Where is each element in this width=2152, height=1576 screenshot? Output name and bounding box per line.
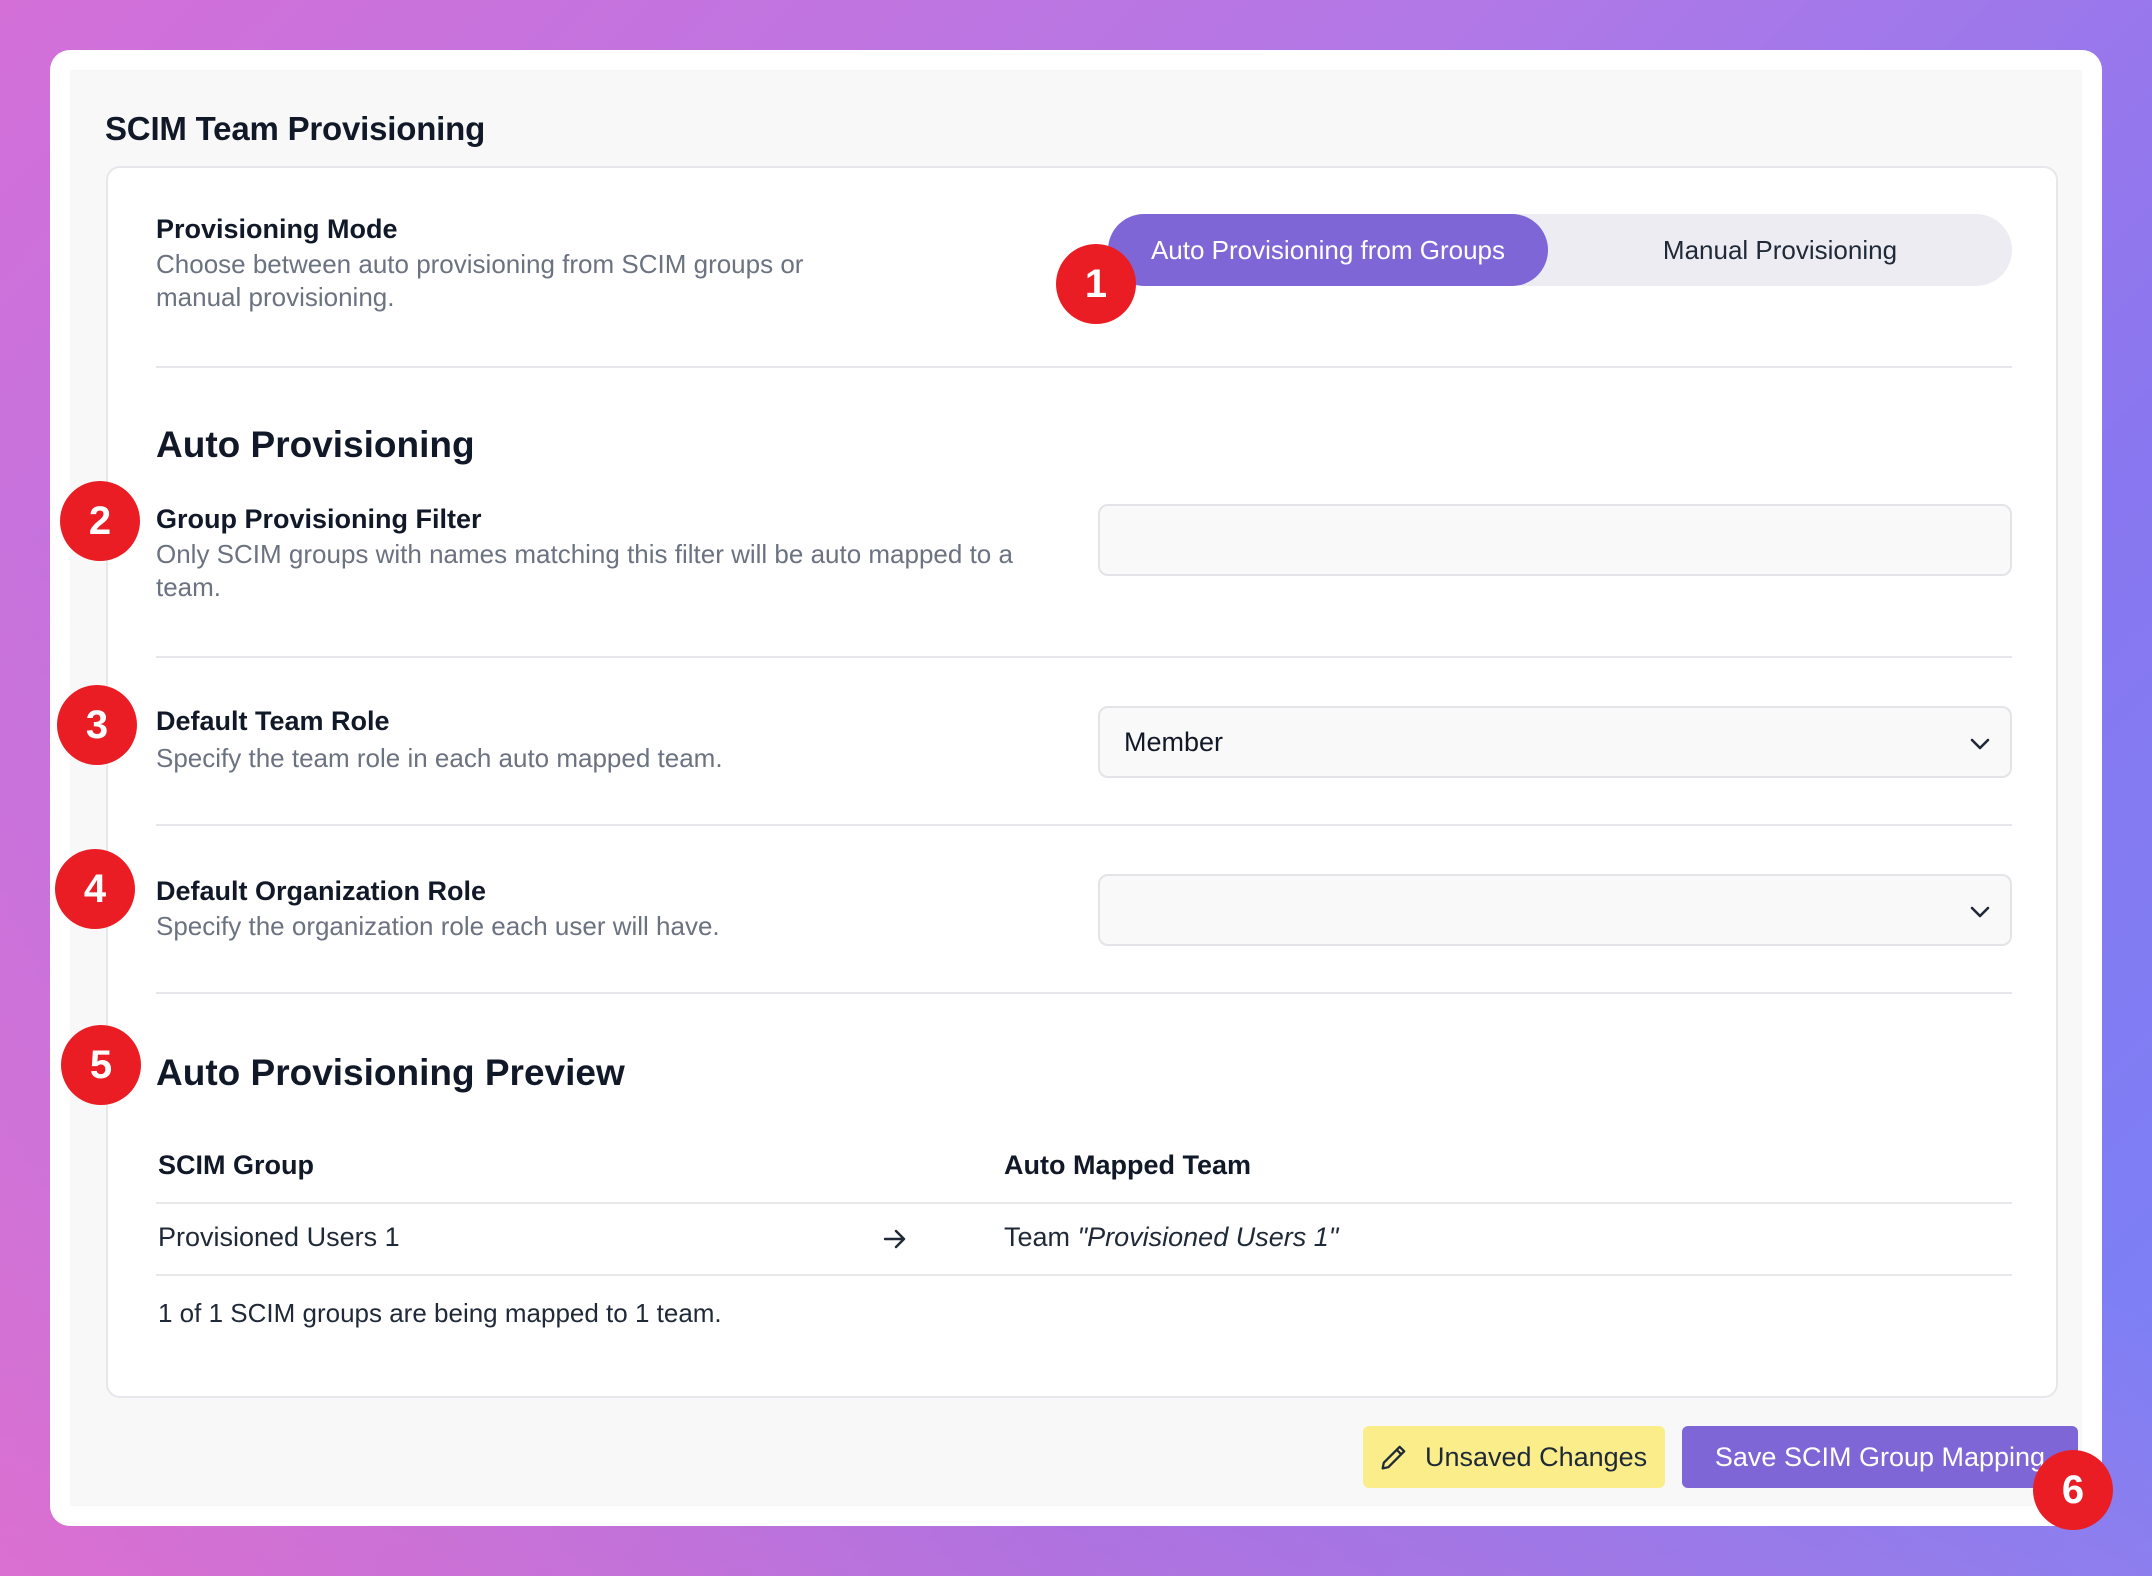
auto-provisioning-option[interactable]: Auto Provisioning from Groups — [1108, 214, 1548, 286]
unsaved-changes-label: Unsaved Changes — [1425, 1441, 1648, 1472]
save-scim-group-mapping-button[interactable]: Save SCIM Group Mapping — [1682, 1426, 2078, 1488]
group-filter-description: Only SCIM groups with names matching thi… — [156, 539, 1013, 602]
provisioning-card: Provisioning Mode Choose between auto pr… — [106, 166, 2058, 1398]
manual-provisioning-option[interactable]: Manual Provisioning — [1548, 214, 2012, 286]
default-team-role-value: Member — [1124, 726, 1224, 757]
group-filter-label: Group Provisioning Filter — [156, 504, 482, 534]
page-title: SCIM Team Provisioning — [105, 110, 486, 147]
annotation-badge-3: 3 — [57, 685, 137, 765]
preview-heading: Auto Provisioning Preview — [156, 1052, 625, 1093]
column-header-scim-group: SCIM Group — [158, 1150, 314, 1180]
mapped-team-cell: Team "Provisioned Users 1" — [1004, 1222, 1338, 1253]
provisioning-mode-toggle[interactable]: Auto Provisioning from Groups Manual Pro… — [1108, 214, 2012, 286]
default-team-role-label: Default Team Role — [156, 706, 390, 736]
scim-group-cell: Provisioned Users 1 — [158, 1222, 400, 1252]
default-org-role-select[interactable] — [1098, 874, 2012, 946]
auto-provisioning-heading: Auto Provisioning — [156, 424, 475, 465]
default-org-role-label: Default Organization Role — [156, 876, 487, 906]
arrow-right-icon — [883, 1229, 906, 1249]
unsaved-changes-indicator: Unsaved Changes — [1363, 1426, 1665, 1488]
divider — [156, 366, 2012, 368]
team-prefix: Team — [1004, 1222, 1071, 1252]
annotation-badge-1: 1 — [1056, 244, 1136, 324]
divider — [156, 992, 2012, 994]
default-team-role-select[interactable]: Member — [1098, 706, 2012, 778]
chevron-down-icon — [1970, 738, 1990, 750]
annotation-badge-6: 6 — [2033, 1450, 2113, 1530]
pencil-icon — [1381, 1445, 1406, 1470]
preview-summary: 1 of 1 SCIM groups are being mapped to 1… — [158, 1298, 722, 1328]
divider — [156, 824, 2012, 826]
divider — [156, 656, 2012, 658]
team-name: "Provisioned Users 1" — [1077, 1222, 1339, 1252]
chevron-down-icon — [1970, 906, 1990, 918]
default-team-role-description: Specify the team role in each auto mappe… — [156, 743, 723, 773]
default-org-role-description: Specify the organization role each user … — [156, 911, 720, 941]
table-divider — [156, 1274, 2012, 1276]
annotation-badge-4: 4 — [55, 849, 135, 929]
annotation-badge-2: 2 — [60, 481, 140, 561]
provisioning-mode-label: Provisioning Mode — [156, 214, 398, 244]
column-header-mapped-team: Auto Mapped Team — [1004, 1150, 1252, 1180]
table-divider — [156, 1202, 2012, 1204]
annotation-badge-5: 5 — [61, 1025, 141, 1105]
group-filter-input[interactable] — [1098, 504, 2012, 576]
provisioning-mode-description: Choose between auto provisioning from SC… — [156, 249, 804, 312]
